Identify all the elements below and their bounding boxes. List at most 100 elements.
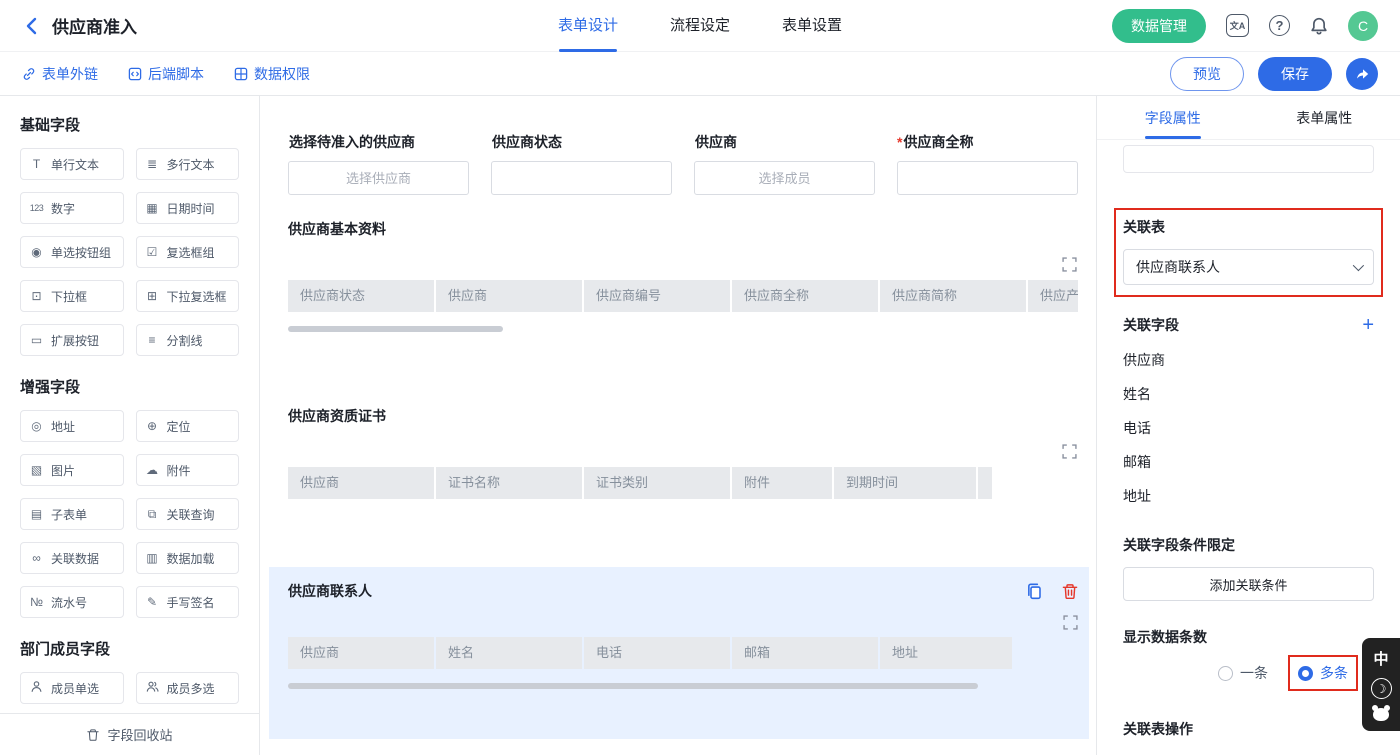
h-scrollbar[interactable]: [288, 326, 503, 332]
header-actions: 数据管理 文A ? C: [1112, 9, 1400, 43]
field-item-member-single[interactable]: 成员单选: [20, 672, 124, 704]
field-select-supplier[interactable]: 选择待准入的供应商: [288, 132, 469, 195]
add-linked-field-button[interactable]: +: [1362, 316, 1374, 334]
save-button[interactable]: 保存: [1258, 57, 1332, 91]
linked-field-item[interactable]: 地址: [1123, 479, 1374, 513]
ime-state[interactable]: 中: [1373, 648, 1388, 669]
field-item-label: 多行文本: [167, 156, 215, 173]
back-button[interactable]: [20, 15, 42, 37]
expand-icon[interactable]: [1060, 442, 1078, 460]
field-item-image[interactable]: ▧图片: [20, 454, 124, 486]
radio-icon: [1218, 666, 1233, 681]
field-item-datetime[interactable]: ▦日期时间: [136, 192, 240, 224]
linked-field-item[interactable]: 姓名: [1123, 377, 1374, 411]
field-item-divider[interactable]: ≡分割线: [136, 324, 240, 356]
select-member-input[interactable]: [694, 161, 875, 195]
add-condition-button[interactable]: 添加关联条件: [1123, 567, 1374, 601]
condition-label: 关联字段条件限定: [1123, 535, 1374, 555]
member-single-icon: [28, 680, 45, 696]
member-multi-icon: [144, 680, 161, 696]
field-item-extend-button[interactable]: ▭扩展按钮: [20, 324, 124, 356]
supplier-fullname-input[interactable]: [897, 161, 1078, 195]
language-icon[interactable]: 文A: [1226, 14, 1249, 37]
notification-bell-icon[interactable]: [1310, 17, 1328, 35]
form-field-row: 选择待准入的供应商 供应商状态 供应商 *供应商全称: [288, 132, 1078, 195]
duplicate-button[interactable]: [1025, 582, 1043, 600]
section-title-enhanced-fields: 增强字段: [20, 376, 239, 397]
datetime-icon: ▦: [144, 201, 161, 215]
tab-active-underline: [559, 49, 617, 52]
field-item-multi-line-text[interactable]: ≣多行文本: [136, 148, 240, 180]
enhanced-fields-grid: ◎地址 ⊕定位 ▧图片 ☁附件 ▤子表单 ⧉关联查询 ∞关联数据 ▥数据加载 №…: [20, 410, 239, 618]
field-item-label: 复选框组: [167, 244, 215, 261]
multi-select-icon: ⊞: [144, 289, 161, 303]
preview-button[interactable]: 预览: [1170, 57, 1244, 91]
field-item-multi-select[interactable]: ⊞ 下拉复选框: [136, 280, 240, 312]
backend-script-item[interactable]: 后端脚本: [128, 64, 204, 84]
toolbar-link-label: 表单外链: [42, 64, 98, 84]
linked-table-select[interactable]: 供应商联系人: [1123, 249, 1374, 285]
field-item-single-line-text[interactable]: T单行文本: [20, 148, 124, 180]
supplier-status-input[interactable]: [491, 161, 672, 195]
field-item-select[interactable]: ⊡下拉框: [20, 280, 124, 312]
column-header: 证书名称: [436, 467, 582, 499]
field-item-address[interactable]: ◎地址: [20, 410, 124, 442]
display-count-radio-single[interactable]: 一条: [1218, 663, 1268, 683]
subform-header-row: 供应商 姓名 电话 邮箱 地址: [288, 637, 1069, 669]
field-item-linked-query[interactable]: ⧉关联查询: [136, 498, 240, 530]
field-item-subform[interactable]: ▤子表单: [20, 498, 124, 530]
data-manage-button[interactable]: 数据管理: [1112, 9, 1206, 43]
share-button[interactable]: [1346, 58, 1378, 90]
field-item-member-multi[interactable]: 成员多选: [136, 672, 240, 704]
field-item-label: 下拉复选框: [167, 288, 227, 305]
field-title-input-clipped[interactable]: [1123, 145, 1374, 173]
data-permission-item[interactable]: 数据权限: [234, 64, 310, 84]
tab-form-design[interactable]: 表单设计: [558, 0, 618, 52]
select-supplier-input[interactable]: [288, 161, 469, 195]
display-count-label: 显示数据条数: [1123, 627, 1374, 647]
field-supplier-status[interactable]: 供应商状态: [491, 132, 672, 195]
display-count-radio-multi[interactable]: 多条: [1298, 663, 1348, 683]
field-supplier-member[interactable]: 供应商: [694, 132, 875, 195]
h-scrollbar[interactable]: [288, 683, 978, 689]
subform-supplier-cert[interactable]: 供应商资质证书 供应商 证书名称 证书类别 附件 到期时间: [288, 406, 1079, 499]
tab-form-properties[interactable]: 表单属性: [1249, 96, 1400, 139]
recycle-bin-label: 字段回收站: [107, 725, 172, 744]
location-icon: ⊕: [144, 419, 161, 433]
field-item-location[interactable]: ⊕定位: [136, 410, 240, 442]
field-item-checkbox-group[interactable]: ☑ 复选框组: [136, 236, 240, 268]
tab-active-underline: [1145, 136, 1201, 139]
address-icon: ◎: [28, 419, 45, 433]
ime-logo-icon[interactable]: [1373, 708, 1389, 721]
field-item-signature[interactable]: ✎手写签名: [136, 586, 240, 618]
field-item-radio-group[interactable]: ◉单选按钮组: [20, 236, 124, 268]
tab-flow-setting[interactable]: 流程设定: [670, 0, 730, 52]
tab-field-properties[interactable]: 字段属性: [1097, 96, 1249, 139]
field-item-attachment[interactable]: ☁附件: [136, 454, 240, 486]
field-item-linked-data[interactable]: ∞关联数据: [20, 542, 124, 574]
expand-icon[interactable]: [1060, 255, 1078, 273]
field-label: 供应商状态: [491, 132, 672, 152]
linked-field-item[interactable]: 电话: [1123, 411, 1374, 445]
field-item-data-load[interactable]: ▥数据加载: [136, 542, 240, 574]
column-header: 地址: [880, 637, 1012, 669]
field-recycle-bin[interactable]: 字段回收站: [0, 713, 259, 755]
recycle-bin-icon: [86, 728, 100, 742]
delete-button[interactable]: [1061, 582, 1079, 600]
avatar[interactable]: C: [1348, 11, 1378, 41]
linked-field-item[interactable]: 供应商: [1123, 343, 1374, 377]
field-item-serial-number[interactable]: №流水号: [20, 586, 124, 618]
subform-supplier-basic[interactable]: 供应商基本资料 供应商状态 供应商 供应商编号 供应商全称 供应商简称 供应产品: [288, 219, 1079, 332]
field-item-number[interactable]: 123数字: [20, 192, 124, 224]
external-link-item[interactable]: 表单外链: [22, 64, 98, 84]
tab-form-setting[interactable]: 表单设置: [782, 0, 842, 52]
radio-label: 一条: [1240, 663, 1268, 683]
checkbox-group-icon: ☑: [144, 245, 161, 259]
moon-icon[interactable]: ☽: [1371, 678, 1392, 699]
field-supplier-fullname[interactable]: *供应商全称: [897, 132, 1078, 195]
expand-icon[interactable]: [1061, 613, 1079, 631]
linked-field-item[interactable]: 邮箱: [1123, 445, 1374, 479]
subform-supplier-contact[interactable]: 供应商联系人 供应商 姓名 电话 邮箱: [269, 567, 1089, 739]
properties-panel: 字段属性 表单属性 关联表 供应商联系人 关联字段 +: [1096, 96, 1400, 755]
help-icon[interactable]: ?: [1269, 15, 1290, 36]
